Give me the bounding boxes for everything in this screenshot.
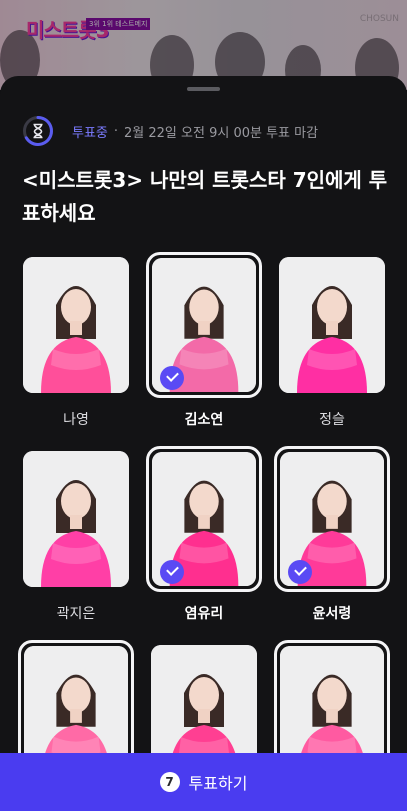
candidate-photo: [23, 257, 129, 393]
candidate-name: 정슬: [319, 412, 345, 428]
candidate-card[interactable]: 염유리: [146, 446, 262, 636]
candidate-card[interactable]: 김소연: [146, 252, 262, 442]
candidate-photo-frame[interactable]: [274, 446, 390, 592]
candidate-name: 윤서령: [312, 606, 352, 622]
vote-submit-button[interactable]: 7 투표하기: [0, 753, 407, 811]
vote-status-label: 투표중: [72, 125, 108, 141]
sheet-drag-handle[interactable]: [187, 87, 220, 91]
candidate-card[interactable]: 나영: [18, 252, 134, 442]
check-icon: [160, 366, 184, 390]
vote-title: <미스트롯3> 나만의 트롯스타 7인에게 투표하세요: [22, 168, 388, 225]
candidate-photo: [23, 451, 129, 587]
check-icon: [288, 560, 312, 584]
vote-deadline: 2월 22일 오전 9시 00분 투표 마감: [124, 125, 319, 141]
candidate-card[interactable]: 곽지은: [18, 446, 134, 636]
candidate-photo-frame[interactable]: [18, 446, 134, 592]
candidate-photo: [279, 257, 385, 393]
candidate-card[interactable]: 윤서령: [274, 446, 390, 636]
candidate-name: 나영: [63, 412, 89, 428]
vote-status-row: 투표중 · 2월 22일 오전 9시 00분 투표 마감: [22, 114, 318, 148]
check-icon: [160, 560, 184, 584]
hourglass-timer-icon: [22, 115, 54, 147]
vote-count-badge: 7: [159, 772, 180, 792]
vote-bottom-sheet: 투표중 · 2월 22일 오전 9시 00분 투표 마감 <미스트롯3> 나만의…: [0, 76, 407, 811]
candidate-photo-frame[interactable]: [18, 252, 134, 398]
status-separator: ·: [113, 123, 119, 139]
candidate-photo-frame[interactable]: [274, 252, 390, 398]
candidate-photo-frame[interactable]: [146, 446, 262, 592]
candidate-photo-frame[interactable]: [146, 252, 262, 398]
vote-screen: 미스트롯3 3위 1위 테스트메지 CHOSUN 투표중 · 2월 22일 오전…: [0, 0, 407, 811]
candidate-name: 김소연: [184, 412, 224, 428]
vote-submit-label: 투표하기: [188, 774, 248, 793]
candidate-name: 염유리: [184, 606, 224, 622]
candidate-card[interactable]: 정슬: [274, 252, 390, 442]
candidate-name: 곽지은: [56, 606, 96, 622]
